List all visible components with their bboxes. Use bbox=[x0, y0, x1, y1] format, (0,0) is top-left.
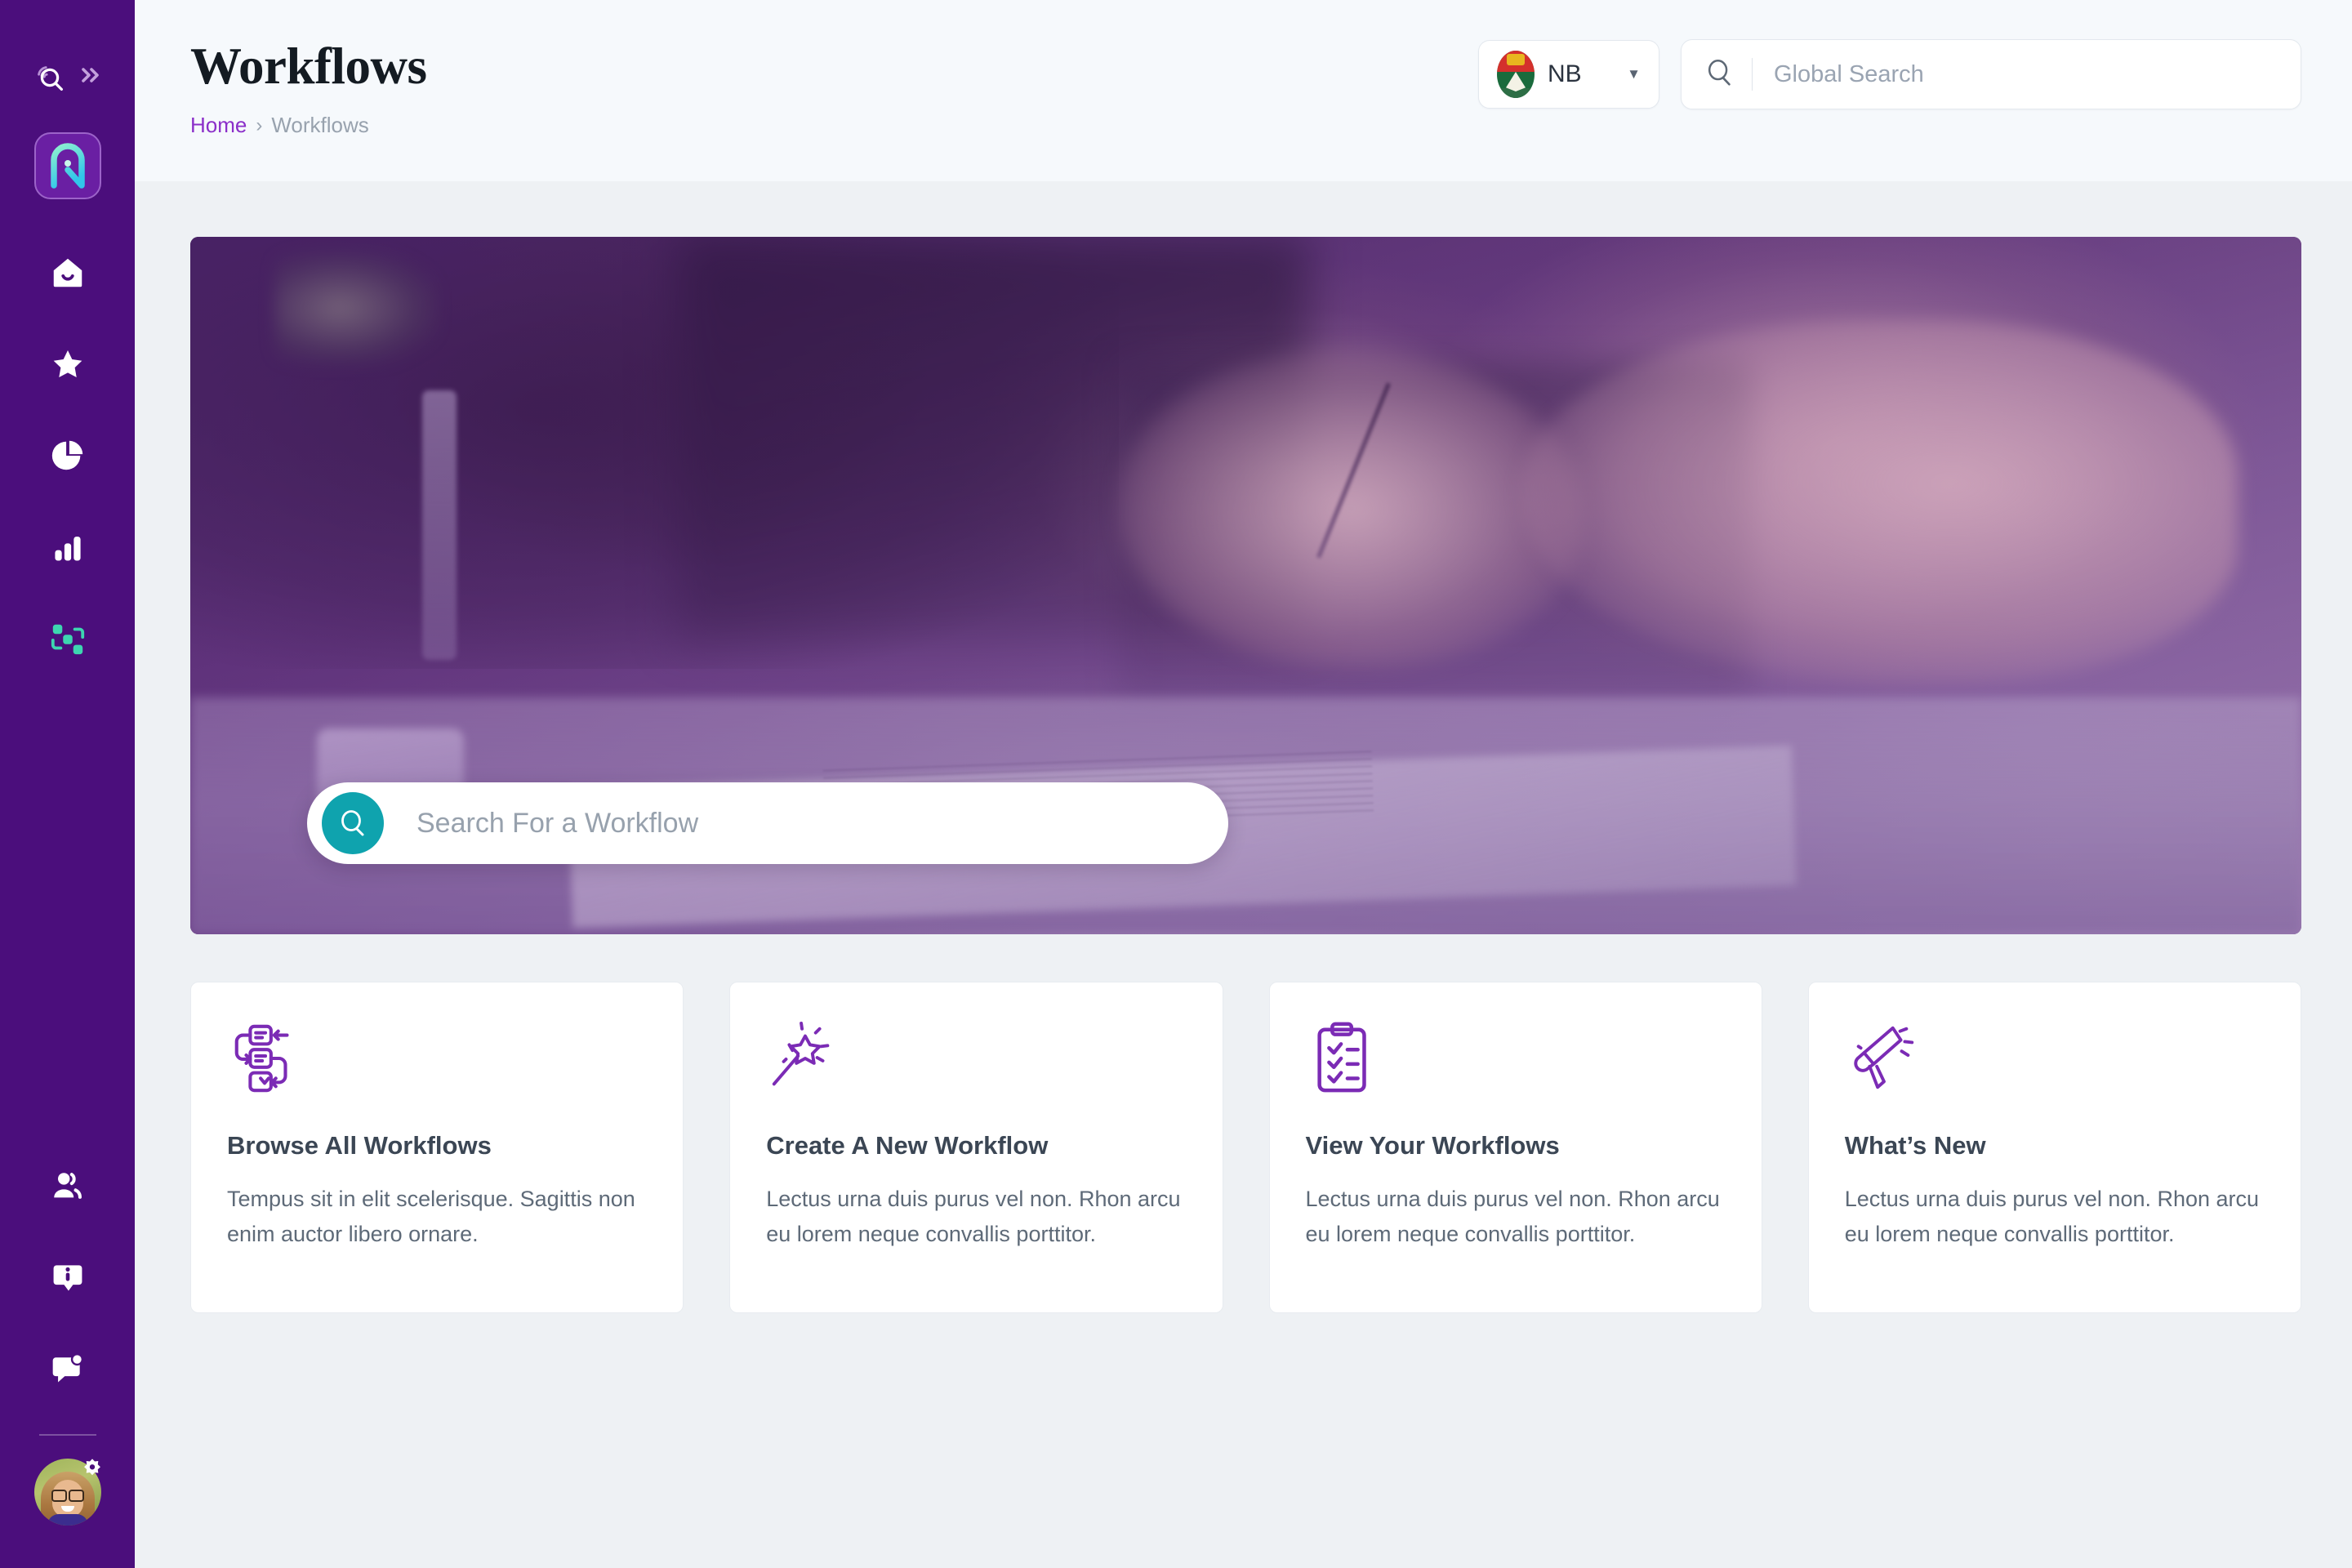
bar-chart-icon bbox=[50, 529, 86, 569]
card-title: View Your Workflows bbox=[1305, 1131, 1560, 1160]
workflow-search-bar bbox=[307, 782, 1228, 864]
sidebar-divider bbox=[38, 1434, 96, 1436]
header-right: NB ▼ bbox=[1478, 0, 2301, 109]
search-divider bbox=[1752, 58, 1753, 91]
card-description: Lectus urna duis purus vel non. Rhon arc… bbox=[1305, 1187, 1720, 1246]
sidebar-item-home[interactable] bbox=[23, 229, 113, 320]
card-description: Tempus sit in elit scelerisque. Sagittis… bbox=[227, 1187, 635, 1246]
sidebar-item-favorites[interactable] bbox=[23, 320, 113, 412]
breadcrumb-home-link[interactable]: Home bbox=[190, 113, 247, 138]
app-root: Workflows Home › Workflows NB ▼ Global S… bbox=[0, 0, 2352, 1568]
global-search[interactable] bbox=[1681, 39, 2301, 109]
search-signal-icon[interactable] bbox=[31, 59, 69, 96]
user-avatar[interactable] bbox=[33, 1459, 101, 1526]
sidebar-nav-list bbox=[23, 229, 113, 686]
double-chevron-right-icon[interactable] bbox=[77, 63, 105, 92]
star-icon bbox=[50, 346, 86, 386]
region-code: NB bbox=[1548, 60, 1582, 87]
home-icon bbox=[49, 254, 87, 296]
sidebar-item-reports[interactable] bbox=[23, 412, 113, 503]
quick-action-cards: Browse All Workflows Tempus sit in elit … bbox=[190, 982, 2301, 1313]
workflow-search-input[interactable] bbox=[416, 807, 1214, 840]
card-description: Lectus urna duis purus vel non. Rhon arc… bbox=[1844, 1187, 2260, 1246]
page-header: Workflows Home › Workflows NB ▼ bbox=[135, 0, 2352, 181]
sidebar bbox=[0, 0, 135, 1568]
pie-chart-icon bbox=[49, 437, 87, 479]
card-view-your-workflows[interactable]: View Your Workflows Lectus urna duis pur… bbox=[1268, 982, 1762, 1313]
chat-bubble-icon bbox=[50, 1351, 86, 1391]
sidebar-item-users[interactable] bbox=[23, 1142, 113, 1233]
card-title: Browse All Workflows bbox=[227, 1131, 492, 1160]
sidebar-bottom bbox=[0, 1142, 135, 1568]
hero-banner bbox=[190, 237, 2301, 934]
magic-wand-icon bbox=[766, 1020, 1186, 1095]
card-whats-new[interactable]: What’s New Lectus urna duis purus vel no… bbox=[1807, 982, 2301, 1313]
breadcrumb: Home › Workflows bbox=[190, 113, 427, 138]
new-brunswick-flag-icon bbox=[1497, 51, 1535, 98]
card-title: What’s New bbox=[1844, 1131, 1986, 1160]
page-title: Workflows bbox=[190, 38, 427, 95]
clipboard-checklist-icon bbox=[1306, 1020, 1726, 1095]
workflow-flowchart-icon bbox=[227, 1020, 647, 1095]
workflow-search-button[interactable] bbox=[322, 792, 384, 854]
search-icon bbox=[1704, 57, 1735, 92]
breadcrumb-separator-icon: › bbox=[256, 114, 263, 136]
page-content: Browse All Workflows Tempus sit in elit … bbox=[135, 181, 2352, 1568]
card-browse-all-workflows[interactable]: Browse All Workflows Tempus sit in elit … bbox=[190, 982, 684, 1313]
global-search-input[interactable] bbox=[1774, 60, 2278, 88]
chevron-down-icon: ▼ bbox=[1627, 66, 1641, 82]
info-bubble-icon bbox=[50, 1259, 86, 1299]
sidebar-item-analytics[interactable] bbox=[23, 503, 113, 595]
header-left: Workflows Home › Workflows bbox=[190, 0, 427, 138]
card-title: Create A New Workflow bbox=[766, 1131, 1049, 1160]
card-create-new-workflow[interactable]: Create A New Workflow Lectus urna duis p… bbox=[729, 982, 1223, 1313]
app-logo-icon[interactable] bbox=[33, 132, 101, 199]
sidebar-item-messages[interactable] bbox=[23, 1325, 113, 1416]
users-icon bbox=[49, 1167, 87, 1209]
main-area: Workflows Home › Workflows NB ▼ Global S… bbox=[135, 0, 2352, 1568]
sidebar-item-workflows[interactable] bbox=[23, 595, 113, 686]
workflow-nodes-icon bbox=[49, 620, 87, 662]
sidebar-item-information[interactable] bbox=[23, 1233, 113, 1325]
card-description: Lectus urna duis purus vel non. Rhon arc… bbox=[766, 1187, 1181, 1246]
region-selector[interactable]: NB ▼ bbox=[1478, 40, 1659, 109]
gear-icon[interactable] bbox=[80, 1457, 105, 1481]
breadcrumb-current: Workflows bbox=[271, 113, 369, 137]
sidebar-top bbox=[31, 0, 105, 96]
megaphone-icon bbox=[1845, 1020, 2265, 1095]
